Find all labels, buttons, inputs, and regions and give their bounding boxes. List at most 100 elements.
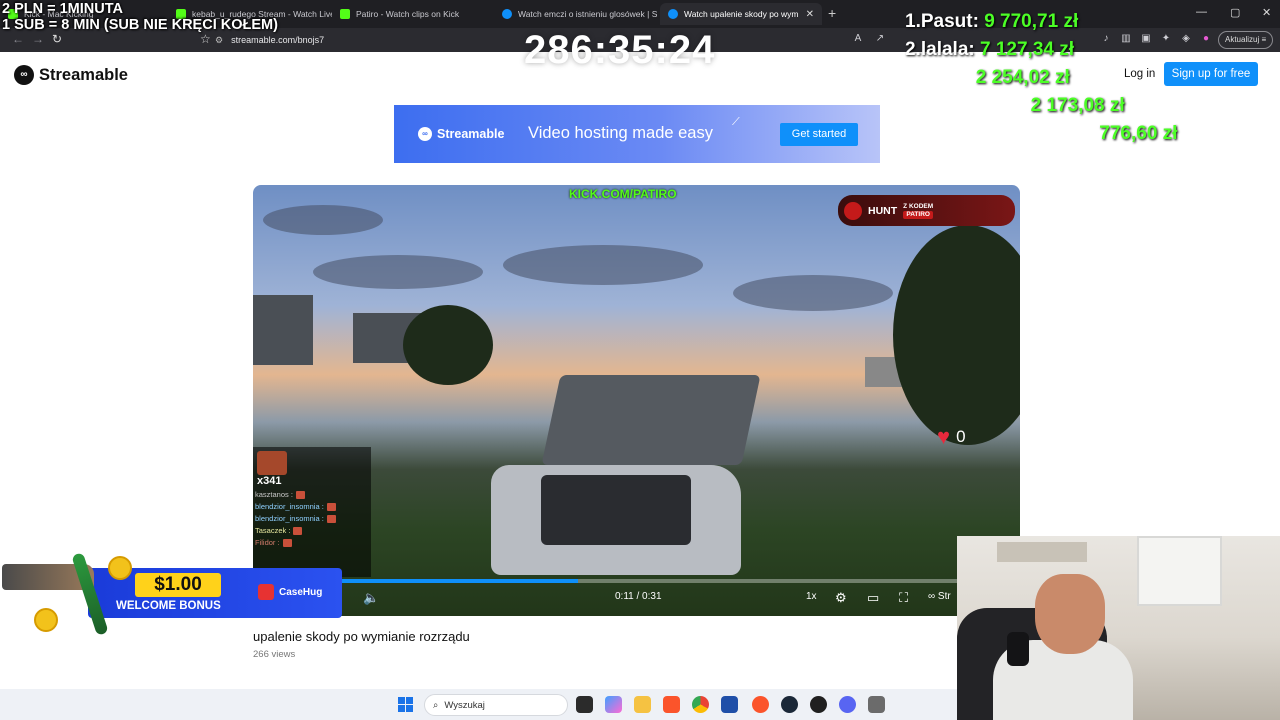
forward-icon[interactable]: → — [32, 32, 44, 46]
fullscreen-icon[interactable]: ⛶ — [899, 590, 908, 606]
minimize-icon[interactable]: — — [1196, 6, 1207, 18]
reload-icon[interactable]: ↻ — [52, 32, 62, 46]
copilot-icon[interactable] — [605, 696, 622, 713]
get-started-button[interactable]: Get started — [780, 123, 858, 146]
emote-icon — [293, 527, 303, 535]
chat-message: blendzior_insomnia : — [255, 513, 369, 525]
coin-icon — [108, 556, 132, 580]
bookmark-icon[interactable]: ☆ — [200, 32, 211, 46]
kick-url-watermark: KICK.COM/PATIRO — [569, 187, 677, 201]
streamable-logo-icon: ∞ — [418, 127, 432, 141]
update-button[interactable]: Aktualizuj ≡ — [1218, 31, 1274, 49]
pip-icon[interactable]: ▭ — [867, 590, 879, 606]
sponsor-code-value: PATIRO — [903, 210, 934, 219]
video-progress-bar[interactable] — [335, 579, 1020, 583]
bonus-brand: CaseHug — [258, 584, 322, 600]
tab-patiro[interactable]: Patiro - Watch clips on Kick — [332, 3, 494, 25]
heartbeat-icon: ♥ — [937, 424, 951, 449]
leaderboard-amount: 776,60 zł — [1099, 123, 1178, 144]
leaderboard-amount: 9 770,71 zł — [984, 11, 1079, 32]
logo-text: Streamable — [39, 65, 128, 84]
close-tab-icon[interactable]: ✕ — [806, 9, 814, 20]
vpn-icon[interactable]: ◈ — [1180, 33, 1192, 45]
streamable-logo-icon: ∞ — [14, 65, 34, 85]
streamable-logo[interactable]: ∞ Streamable — [14, 65, 128, 85]
rate-line-1: 2 PLN = 1MINUTA — [2, 1, 123, 17]
coin-icon — [34, 608, 58, 632]
close-window-icon[interactable]: ✕ — [1262, 6, 1271, 19]
sparkle-icon: ⟋ — [732, 116, 740, 128]
url-text: streamable.com/bnojs7 — [231, 35, 325, 45]
video-player[interactable]: KICK.COM/PATIRO HUNT Z KODEM PATIRO ♥ 0 … — [253, 185, 1020, 616]
speed-button[interactable]: 1x — [806, 591, 817, 602]
task-view-icon[interactable] — [576, 696, 593, 713]
casehug-logo-icon — [258, 584, 274, 600]
microphone-icon — [1007, 632, 1029, 666]
brave-active-icon[interactable] — [752, 696, 769, 713]
discord-icon[interactable] — [839, 696, 856, 713]
banner-brand: Streamable — [437, 127, 505, 141]
obs-icon[interactable] — [810, 696, 827, 713]
cloud — [263, 205, 383, 235]
cloud — [733, 275, 893, 311]
leaderboard-amount: 2 254,02 zł — [975, 67, 1070, 88]
brave-icon[interactable] — [663, 696, 680, 713]
car-engine — [541, 475, 691, 545]
translate-icon[interactable]: A — [852, 33, 864, 45]
emote-icon — [295, 491, 305, 499]
webcam-overlay — [957, 536, 1280, 720]
new-tab-icon[interactable]: + — [828, 5, 836, 21]
screen: Kick - Mac Kicking kebab_u_rudego Stream… — [0, 0, 1280, 720]
taskbar-search[interactable]: ⌕ Wyszukaj — [424, 694, 568, 716]
sponsor-name: HUNT — [868, 204, 898, 217]
chrome-icon[interactable] — [692, 696, 709, 713]
steam-icon[interactable] — [781, 696, 798, 713]
profile-icon[interactable]: ● — [1200, 33, 1212, 45]
person-head — [1035, 574, 1105, 654]
car-hood — [541, 375, 761, 465]
hunt-logo-icon — [844, 201, 862, 220]
tree — [403, 305, 493, 385]
tab-emczi[interactable]: Watch emczi o istnieniu glosówek | S — [494, 3, 658, 25]
tree — [893, 225, 1020, 445]
streamable-logo-icon: ∞ — [928, 591, 936, 602]
heart-counter: ♥ 0 — [937, 424, 966, 450]
leaderboard-row: 5.Penetrator dziurek: 776,60 zł — [905, 120, 1177, 148]
calculator-icon[interactable] — [868, 696, 885, 713]
chat-message: kasztanos : — [255, 489, 369, 501]
window — [1137, 536, 1222, 606]
video-views: 266 views — [253, 649, 296, 660]
leaderboard-row: 3.alpik: 2 254,02 zł — [905, 64, 1177, 92]
shelf — [997, 542, 1087, 562]
chat-message: Tasaczek : — [255, 525, 369, 537]
ad-banner[interactable]: ∞ Streamable Video hosting made easy ⟋ G… — [394, 105, 880, 163]
leaderboard-amount: 7 127,34 zł — [980, 39, 1075, 60]
signup-button[interactable]: Sign up for free — [1164, 62, 1258, 86]
donation-leaderboard: 1.Pasut: 9 770,71 zł 2.lalala: 7 127,34 z… — [905, 8, 1177, 148]
back-icon[interactable]: ← — [12, 32, 24, 46]
site-info-icon[interactable]: ⚙ — [215, 35, 223, 46]
chat-count: x341 — [257, 475, 282, 487]
store-icon[interactable] — [721, 696, 738, 713]
volume-icon[interactable]: 🔈 — [363, 590, 379, 606]
share-icon[interactable]: ↗ — [874, 33, 886, 45]
sponsor-code: Z KODEM PATIRO — [903, 202, 934, 219]
search-icon: ⌕ — [433, 699, 439, 711]
sponsor-code-top: Z KODEM — [903, 202, 934, 210]
streamable-watermark[interactable]: ∞ Str — [928, 591, 951, 602]
windows-taskbar: ⌕ Wyszukaj — [0, 689, 957, 720]
windows-start-icon[interactable] — [398, 697, 413, 712]
settings-icon[interactable]: ⚙ — [835, 590, 847, 606]
house — [253, 295, 313, 365]
streamable-icon — [502, 9, 512, 19]
kick-icon — [340, 9, 350, 19]
maximize-icon[interactable]: ▢ — [1230, 6, 1240, 19]
tab-label: Patiro - Watch clips on Kick — [356, 9, 460, 19]
bonus-text: WELCOME BONUS — [116, 600, 221, 612]
bonus-amount: $1.00 — [135, 573, 221, 597]
leaderboard-name: 1.Pasut: — [905, 11, 985, 32]
leaderboard-amount: 2 173,08 zł — [1030, 95, 1125, 116]
tab-upalenie[interactable]: Watch upalenie skody po wym ✕ — [660, 3, 822, 25]
cloud — [313, 255, 483, 289]
file-explorer-icon[interactable] — [634, 696, 651, 713]
